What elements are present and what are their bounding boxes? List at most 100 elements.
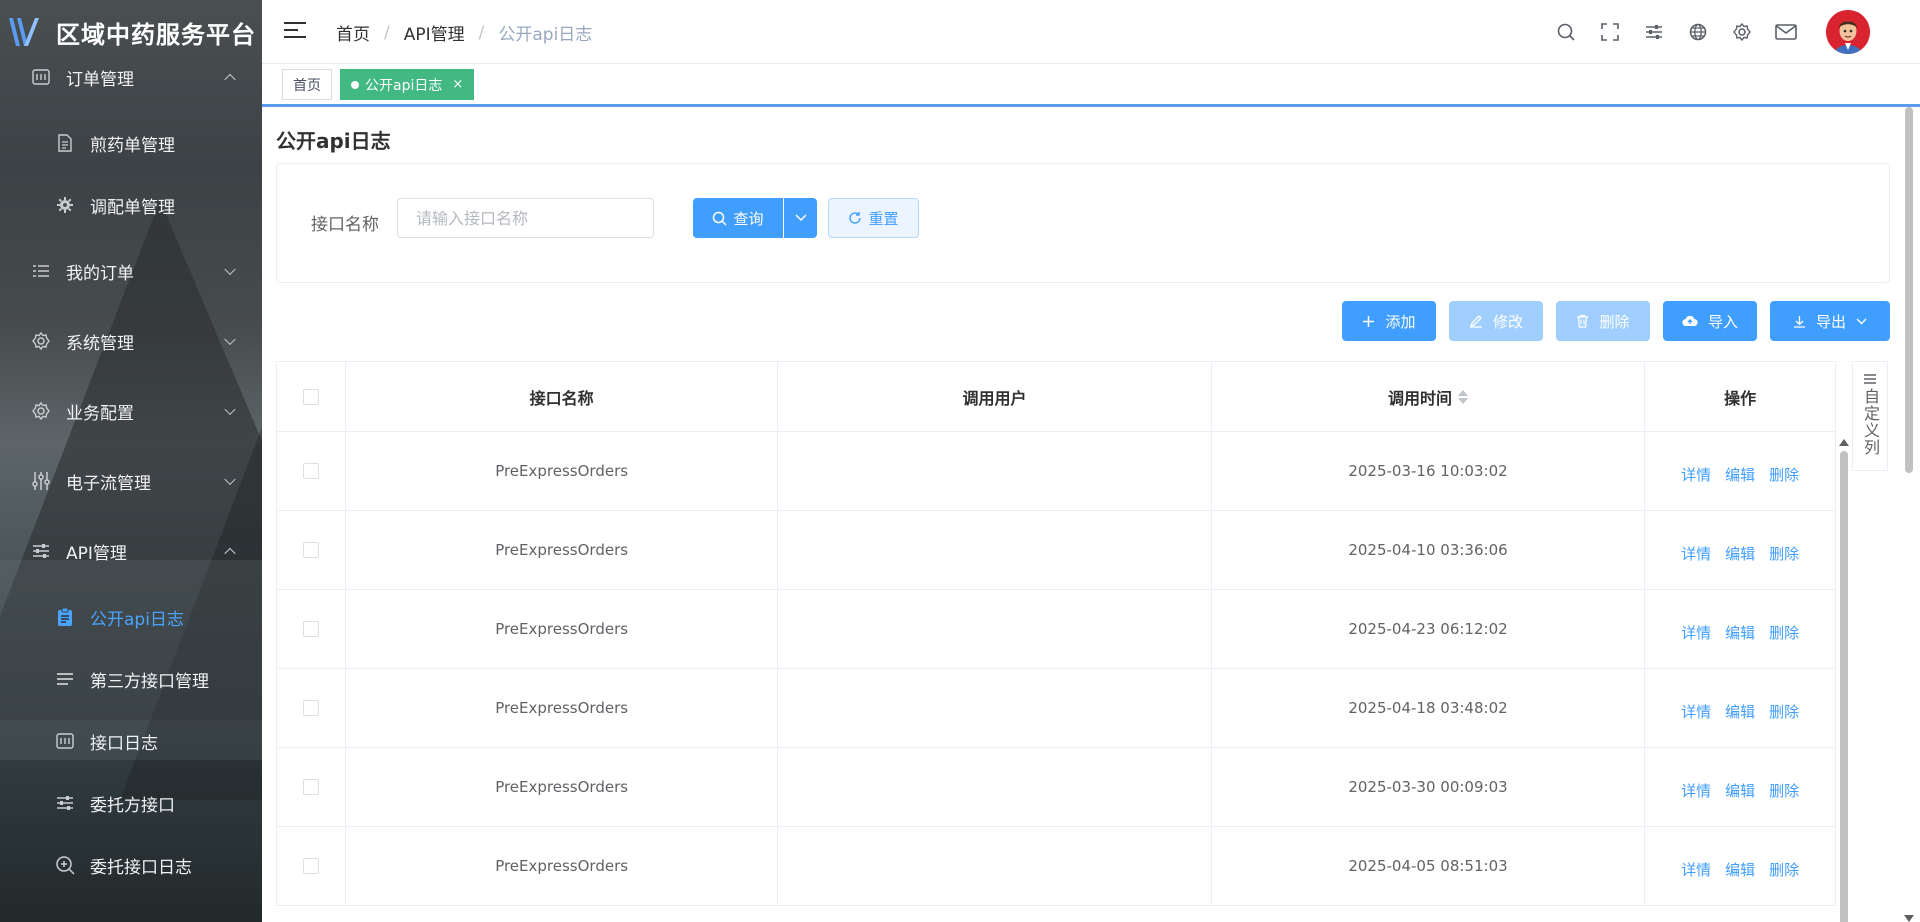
sidebar-toggle-icon[interactable] bbox=[284, 22, 306, 42]
document-icon bbox=[54, 132, 76, 154]
import-button[interactable]: 导入 bbox=[1663, 301, 1757, 341]
gear-icon[interactable] bbox=[1720, 10, 1764, 54]
reset-button-label: 重置 bbox=[868, 209, 899, 228]
select-all-checkbox[interactable] bbox=[302, 388, 319, 405]
page-title: 公开api日志 bbox=[276, 129, 391, 153]
sidebar-item-system-management[interactable]: 系统管理 bbox=[0, 306, 262, 376]
sidebar-item-public-api-log[interactable]: 公开api日志 bbox=[0, 586, 262, 648]
detail-link[interactable]: 详情 bbox=[1681, 695, 1711, 722]
cell-actions: 详情 编辑 删除 bbox=[1645, 432, 1835, 510]
sidebar-item-third-party-api[interactable]: 第三方接口管理 bbox=[0, 648, 262, 710]
api-name-input[interactable] bbox=[397, 198, 654, 238]
table-row: PreExpressOrders 2025-03-30 00:09:03 详情 … bbox=[277, 748, 1835, 827]
top-header: 首页 / API管理 / 公开api日志 bbox=[262, 0, 1920, 64]
row-checkbox[interactable] bbox=[302, 700, 319, 716]
main-content: 公开api日志 接口名称 查询 重置 添加 修改 删除 导入 bbox=[262, 107, 1896, 922]
sidebar-item-decoction-orders[interactable]: 煎药单管理 bbox=[0, 112, 262, 174]
sidebar-item-business-config[interactable]: 业务配置 bbox=[0, 376, 262, 446]
cell-api-name: PreExpressOrders bbox=[346, 432, 779, 510]
delete-link[interactable]: 删除 bbox=[1769, 695, 1799, 722]
chevron-down-icon bbox=[224, 403, 236, 416]
table-row: PreExpressOrders 2025-04-05 08:51:03 详情 … bbox=[277, 827, 1835, 906]
edit-button[interactable]: 修改 bbox=[1449, 301, 1543, 341]
page-scrollbar[interactable] bbox=[1902, 107, 1916, 922]
export-button[interactable]: 导出 bbox=[1770, 301, 1890, 341]
breadcrumb-home[interactable]: 首页 bbox=[336, 20, 370, 45]
delete-link[interactable]: 删除 bbox=[1769, 774, 1799, 801]
sidebar-item-order-management[interactable]: 订单管理 bbox=[0, 42, 262, 112]
tag-public-api-log[interactable]: 公开api日志 × bbox=[340, 69, 475, 100]
row-select-cell bbox=[277, 590, 346, 668]
sidebar-item-api-management[interactable]: API管理 bbox=[0, 516, 262, 586]
adjust-icon bbox=[54, 792, 76, 814]
edit-button-label: 修改 bbox=[1492, 312, 1523, 331]
row-checkbox[interactable] bbox=[302, 779, 319, 795]
sidebar-item-api-log[interactable]: 接口日志 bbox=[0, 710, 262, 772]
edit-link[interactable]: 编辑 bbox=[1725, 853, 1755, 880]
row-select-cell bbox=[277, 511, 346, 589]
query-dropdown-button[interactable] bbox=[784, 198, 817, 238]
add-button[interactable]: 添加 bbox=[1342, 301, 1436, 341]
fullscreen-icon[interactable] bbox=[1588, 10, 1632, 54]
edit-link[interactable]: 编辑 bbox=[1725, 458, 1755, 485]
tag-home[interactable]: 首页 bbox=[282, 69, 332, 100]
adjust-icon bbox=[30, 540, 52, 562]
row-select-cell bbox=[277, 669, 346, 747]
table-scrollbar-thumb[interactable] bbox=[1840, 451, 1848, 922]
row-checkbox[interactable] bbox=[302, 858, 319, 874]
detail-link[interactable]: 详情 bbox=[1681, 853, 1711, 880]
sliders-icon[interactable] bbox=[1632, 10, 1676, 54]
breadcrumb: 首页 / API管理 / 公开api日志 bbox=[336, 20, 592, 46]
delete-link[interactable]: 删除 bbox=[1769, 458, 1799, 485]
detail-link[interactable]: 详情 bbox=[1681, 774, 1711, 801]
column-header-user: 调用用户 bbox=[778, 362, 1212, 431]
row-checkbox[interactable] bbox=[302, 621, 319, 637]
edit-link[interactable]: 编辑 bbox=[1725, 537, 1755, 564]
custom-columns-button[interactable]: 自定义列 bbox=[1852, 361, 1888, 471]
sidebar-item-my-orders[interactable]: 我的订单 bbox=[0, 236, 262, 306]
sidebar-item-label: 电子流管理 bbox=[66, 473, 151, 494]
chevron-down-icon bbox=[224, 263, 236, 276]
chevron-down-icon bbox=[794, 214, 807, 222]
scroll-down-arrow[interactable] bbox=[1904, 915, 1914, 922]
edit-link[interactable]: 编辑 bbox=[1725, 695, 1755, 722]
chevron-down-icon bbox=[1856, 318, 1867, 325]
sidebar-item-client-api[interactable]: 委托方接口 bbox=[0, 772, 262, 834]
list-icon bbox=[54, 668, 76, 690]
edit-link[interactable]: 编辑 bbox=[1725, 616, 1755, 643]
sidebar-item-dispensing-orders[interactable]: 调配单管理 bbox=[0, 174, 262, 236]
table-scrollbar[interactable] bbox=[1837, 439, 1851, 922]
close-icon[interactable]: × bbox=[452, 77, 463, 92]
custom-columns-label: 自定义列 bbox=[1861, 388, 1880, 456]
mail-icon[interactable] bbox=[1764, 10, 1808, 54]
delete-link[interactable]: 删除 bbox=[1769, 537, 1799, 564]
column-header-time-label: 调用时间 bbox=[1387, 388, 1452, 408]
sidebar-item-label: 委托接口日志 bbox=[90, 857, 192, 878]
scroll-up-arrow[interactable] bbox=[1839, 439, 1849, 446]
reset-button[interactable]: 重置 bbox=[828, 198, 919, 238]
edit-link[interactable]: 编辑 bbox=[1725, 774, 1755, 801]
detail-link[interactable]: 详情 bbox=[1681, 616, 1711, 643]
sidebar-item-client-api-log[interactable]: 委托接口日志 bbox=[0, 834, 262, 896]
detail-link[interactable]: 详情 bbox=[1681, 537, 1711, 564]
query-button[interactable]: 查询 bbox=[693, 198, 783, 238]
search-form: 接口名称 查询 重置 bbox=[276, 163, 1890, 283]
avatar[interactable] bbox=[1826, 10, 1870, 54]
detail-link[interactable]: 详情 bbox=[1681, 458, 1711, 485]
list-icon bbox=[30, 260, 52, 282]
row-checkbox[interactable] bbox=[302, 463, 319, 479]
delete-link[interactable]: 删除 bbox=[1769, 616, 1799, 643]
delete-link[interactable]: 删除 bbox=[1769, 853, 1799, 880]
sort-icon[interactable] bbox=[1458, 389, 1468, 404]
breadcrumb-api-management[interactable]: API管理 bbox=[404, 20, 465, 45]
page-scrollbar-thumb[interactable] bbox=[1905, 107, 1913, 473]
sidebar-item-label: 订单管理 bbox=[66, 69, 134, 90]
sidebar-item-e-flow-management[interactable]: 电子流管理 bbox=[0, 446, 262, 516]
row-checkbox[interactable] bbox=[302, 542, 319, 558]
sidebar-item-label: 业务配置 bbox=[66, 403, 134, 424]
search-icon[interactable] bbox=[1544, 10, 1588, 54]
table-toolbar: 添加 修改 删除 导入 导出 bbox=[1329, 301, 1890, 341]
globe-icon[interactable] bbox=[1676, 10, 1720, 54]
delete-button[interactable]: 删除 bbox=[1556, 301, 1650, 341]
column-header-time[interactable]: 调用时间 bbox=[1212, 362, 1646, 431]
